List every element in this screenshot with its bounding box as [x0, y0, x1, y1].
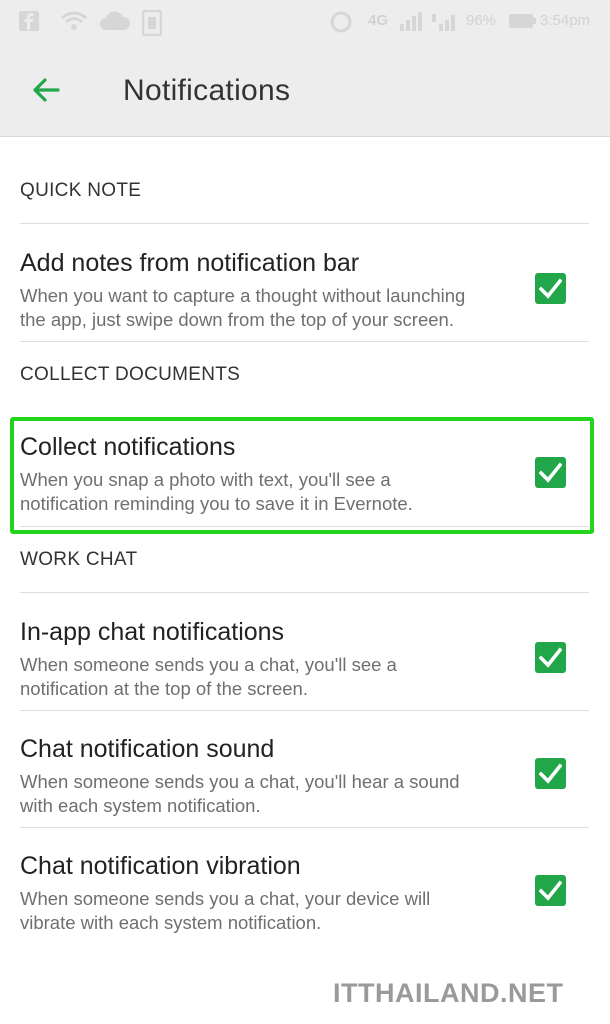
cloud-icon	[98, 10, 132, 36]
divider	[20, 223, 589, 224]
battery-percent: 96%	[466, 12, 497, 29]
divider	[20, 827, 589, 828]
signal-icon	[398, 10, 424, 36]
checkbox[interactable]	[535, 758, 566, 789]
checkmark-icon	[539, 763, 562, 784]
setting-title: Add notes from notification bar	[20, 249, 360, 277]
divider	[20, 592, 589, 593]
setting-summary-line-2: notification at the top of the screen.	[20, 678, 308, 699]
setting-summary-line-2: with each system notification.	[20, 795, 261, 816]
facebook-icon	[18, 10, 40, 36]
highlight-box	[10, 417, 594, 534]
checkmark-icon	[539, 647, 562, 668]
divider	[20, 710, 589, 711]
setting-summary-line-2: the app, just swipe down from the top of…	[20, 309, 454, 330]
wifi-icon	[60, 10, 88, 36]
battery-icon	[508, 10, 538, 36]
section-header-quick-note: QUICK NOTE	[20, 180, 142, 201]
section-header-work-chat: WORK CHAT	[20, 549, 138, 570]
setting-title: Chat notification sound	[20, 735, 275, 763]
back-button[interactable]	[28, 72, 64, 108]
network-type: 4G	[368, 12, 389, 29]
setting-summary-line-1: When someone sends you a chat, you'll he…	[20, 771, 460, 792]
checkbox[interactable]	[535, 642, 566, 673]
checkmark-icon	[539, 880, 562, 901]
checkmark-icon	[539, 278, 562, 299]
setting-title: In-app chat notifications	[20, 618, 285, 646]
app-bar: Notifications	[0, 44, 610, 137]
sync-icon	[328, 10, 354, 38]
setting-summary-line-1: When someone sends you a chat, you'll se…	[20, 654, 397, 675]
status-bar: 4G 96% 3:54pm	[0, 0, 610, 44]
section-header-collect-documents: COLLECT DOCUMENTS	[20, 364, 241, 385]
signal-icon-2	[430, 10, 460, 36]
setting-summary-line-2: vibrate with each system notification.	[20, 912, 322, 933]
watermark: ITTHAILAND.NET	[333, 978, 564, 1008]
checkbox[interactable]	[535, 875, 566, 906]
clock: 3:54pm	[540, 12, 591, 29]
arrow-left-icon	[28, 78, 64, 112]
setting-summary-line-1: When someone sends you a chat, your devi…	[20, 888, 431, 909]
document-icon	[141, 9, 163, 40]
checkbox[interactable]	[535, 273, 566, 304]
setting-summary-line-1: When you want to capture a thought witho…	[20, 285, 466, 306]
page-title: Notifications	[123, 74, 291, 107]
setting-title: Chat notification vibration	[20, 852, 301, 880]
divider	[20, 341, 589, 342]
